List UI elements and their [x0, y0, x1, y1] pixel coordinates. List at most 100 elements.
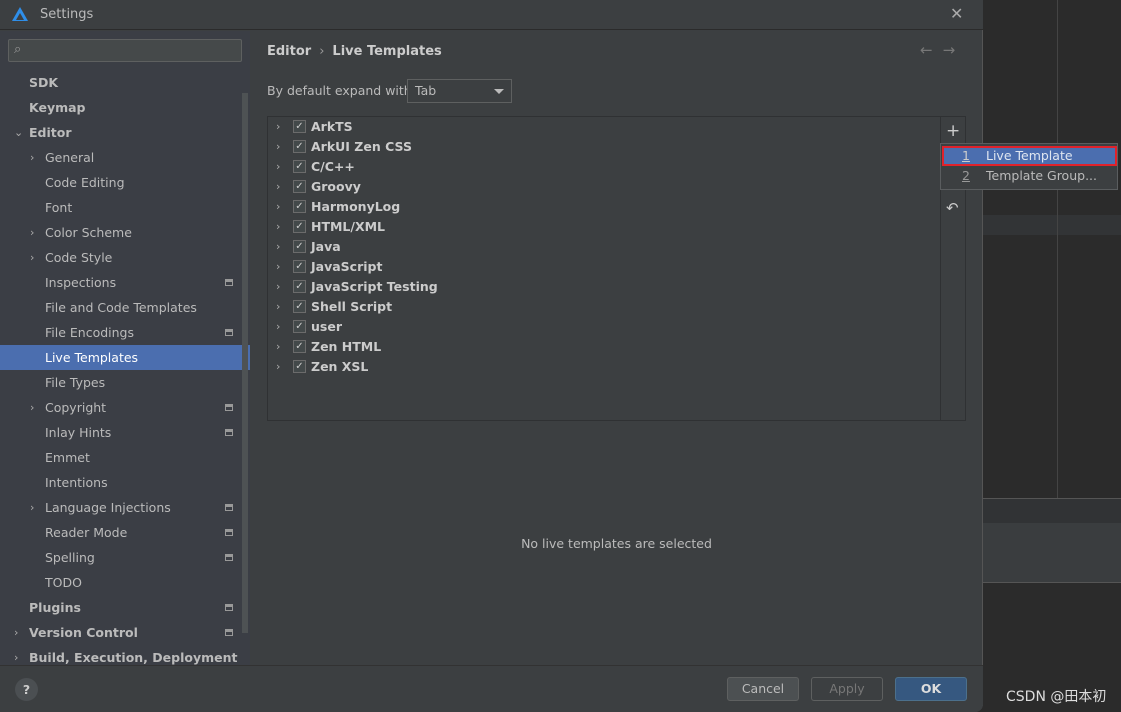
- group-checkbox[interactable]: ✓: [293, 220, 306, 233]
- apply-button[interactable]: Apply: [811, 677, 883, 701]
- project-settings-icon: [225, 529, 233, 536]
- sidebar-item-file-types[interactable]: File Types: [0, 370, 250, 395]
- group-label: ArkTS: [311, 119, 353, 134]
- chevron-right-icon[interactable]: ›: [276, 317, 280, 337]
- chevron-right-icon[interactable]: ›: [276, 297, 280, 317]
- group-checkbox[interactable]: ✓: [293, 280, 306, 293]
- sidebar-item-font[interactable]: Font: [0, 195, 250, 220]
- group-checkbox[interactable]: ✓: [293, 140, 306, 153]
- chevron-right-icon[interactable]: ›: [276, 257, 280, 277]
- ok-button[interactable]: OK: [895, 677, 967, 701]
- sidebar-item-label: TODO: [45, 575, 82, 590]
- chevron-right-icon[interactable]: ›: [14, 620, 18, 645]
- chevron-right-icon[interactable]: ›: [276, 217, 280, 237]
- group-checkbox[interactable]: ✓: [293, 200, 306, 213]
- group-checkbox[interactable]: ✓: [293, 360, 306, 373]
- sidebar-item-reader-mode[interactable]: Reader Mode: [0, 520, 250, 545]
- group-checkbox[interactable]: ✓: [293, 320, 306, 333]
- sidebar-item-code-style[interactable]: › Code Style: [0, 245, 250, 270]
- sidebar-item-file-encodings[interactable]: File Encodings: [0, 320, 250, 345]
- template-group-row[interactable]: › ✓ Zen HTML: [268, 337, 938, 357]
- sidebar-item-code-editing[interactable]: Code Editing: [0, 170, 250, 195]
- group-checkbox[interactable]: ✓: [293, 260, 306, 273]
- sidebar-item-live-templates[interactable]: Live Templates: [0, 345, 250, 370]
- group-checkbox[interactable]: ✓: [293, 240, 306, 253]
- chevron-right-icon[interactable]: ›: [276, 277, 280, 297]
- sidebar-item-intentions[interactable]: Intentions: [0, 470, 250, 495]
- template-group-row[interactable]: › ✓ ArkTS: [268, 117, 938, 137]
- template-group-row[interactable]: › ✓ user: [268, 317, 938, 337]
- template-group-row[interactable]: › ✓ Zen XSL: [268, 357, 938, 377]
- sidebar-item-language-injections[interactable]: › Language Injections: [0, 495, 250, 520]
- sidebar-scrollbar[interactable]: [242, 93, 248, 633]
- search-input[interactable]: ⌕: [8, 39, 242, 62]
- sidebar-item-general[interactable]: › General: [0, 145, 250, 170]
- template-group-row[interactable]: › ✓ Java: [268, 237, 938, 257]
- forward-arrow-icon[interactable]: →: [943, 41, 966, 59]
- menu-item-live-template[interactable]: 1 Live Template: [942, 146, 1117, 166]
- sidebar-item-todo[interactable]: TODO: [0, 570, 250, 595]
- sidebar-item-file-and-code-templates[interactable]: File and Code Templates: [0, 295, 250, 320]
- close-icon[interactable]: ✕: [950, 4, 963, 23]
- sidebar-item-keymap[interactable]: Keymap: [0, 95, 250, 120]
- template-group-row[interactable]: › ✓ HarmonyLog: [268, 197, 938, 217]
- back-arrow-icon[interactable]: ←: [920, 41, 943, 59]
- sidebar-item-spelling[interactable]: Spelling: [0, 545, 250, 570]
- sidebar-item-label: Reader Mode: [45, 525, 128, 540]
- menu-item-template-group[interactable]: 2 Template Group...: [942, 166, 1117, 186]
- sidebar-item-version-control[interactable]: › Version Control: [0, 620, 250, 645]
- group-label: Zen HTML: [311, 339, 382, 354]
- group-checkbox[interactable]: ✓: [293, 340, 306, 353]
- sidebar-item-label: Live Templates: [45, 350, 139, 365]
- group-checkbox[interactable]: ✓: [293, 300, 306, 313]
- template-group-row[interactable]: › ✓ Shell Script: [268, 297, 938, 317]
- group-checkbox[interactable]: ✓: [293, 160, 306, 173]
- restore-icon[interactable]: ↶: [946, 199, 959, 217]
- sidebar-item-inspections[interactable]: Inspections: [0, 270, 250, 295]
- chevron-right-icon[interactable]: ›: [30, 245, 34, 270]
- add-icon[interactable]: +: [946, 121, 960, 141]
- sidebar-item-label: Language Injections: [45, 500, 171, 515]
- chevron-right-icon[interactable]: ›: [30, 145, 34, 170]
- sidebar-item-label: Inspections: [45, 275, 117, 290]
- sidebar-item-color-scheme[interactable]: › Color Scheme: [0, 220, 250, 245]
- chevron-right-icon[interactable]: ›: [30, 395, 34, 420]
- breadcrumb-live-templates: Live Templates: [332, 44, 442, 59]
- chevron-right-icon[interactable]: ›: [276, 237, 280, 257]
- template-group-row[interactable]: › ✓ ArkUI Zen CSS: [268, 137, 938, 157]
- chevron-right-icon[interactable]: ›: [30, 220, 34, 245]
- nav-arrows: ←→: [920, 41, 965, 59]
- chevron-right-icon[interactable]: ›: [276, 357, 280, 377]
- group-label: user: [311, 319, 342, 334]
- sidebar-item-editor[interactable]: ⌄ Editor: [0, 120, 250, 145]
- chevron-down-icon[interactable]: ⌄: [14, 120, 23, 145]
- template-group-row[interactable]: › ✓ Groovy: [268, 177, 938, 197]
- sidebar-item-copyright[interactable]: › Copyright: [0, 395, 250, 420]
- chevron-right-icon[interactable]: ›: [276, 337, 280, 357]
- template-group-row[interactable]: › ✓ C/C++: [268, 157, 938, 177]
- breadcrumb-editor[interactable]: Editor: [267, 44, 311, 59]
- template-groups-tree: › ✓ ArkTS › ✓ ArkUI Zen CSS › ✓ C/C++ › ✓ Groovy › ✓ H…: [267, 116, 966, 421]
- help-button[interactable]: ?: [15, 678, 38, 701]
- template-group-row[interactable]: › ✓ HTML/XML: [268, 217, 938, 237]
- sidebar-item-inlay-hints[interactable]: Inlay Hints: [0, 420, 250, 445]
- sidebar-item-emmet[interactable]: Emmet: [0, 445, 250, 470]
- chevron-right-icon[interactable]: ›: [276, 117, 280, 137]
- chevron-right-icon[interactable]: ›: [276, 137, 280, 157]
- expand-with-select[interactable]: Tab: [407, 79, 512, 103]
- chevron-right-icon[interactable]: ›: [276, 157, 280, 177]
- sidebar-item-sdk[interactable]: SDK: [0, 70, 250, 95]
- cancel-button[interactable]: Cancel: [727, 677, 799, 701]
- window-title: Settings: [40, 7, 94, 22]
- group-checkbox[interactable]: ✓: [293, 120, 306, 133]
- template-group-row[interactable]: › ✓ JavaScript: [268, 257, 938, 277]
- chevron-right-icon[interactable]: ›: [14, 645, 18, 665]
- app-logo-icon: [12, 7, 28, 21]
- template-group-row[interactable]: › ✓ JavaScript Testing: [268, 277, 938, 297]
- sidebar-item-plugins[interactable]: Plugins: [0, 595, 250, 620]
- sidebar-item-build-execution-deployment[interactable]: › Build, Execution, Deployment: [0, 645, 250, 665]
- group-checkbox[interactable]: ✓: [293, 180, 306, 193]
- chevron-right-icon[interactable]: ›: [276, 177, 280, 197]
- chevron-right-icon[interactable]: ›: [276, 197, 280, 217]
- chevron-right-icon[interactable]: ›: [30, 495, 34, 520]
